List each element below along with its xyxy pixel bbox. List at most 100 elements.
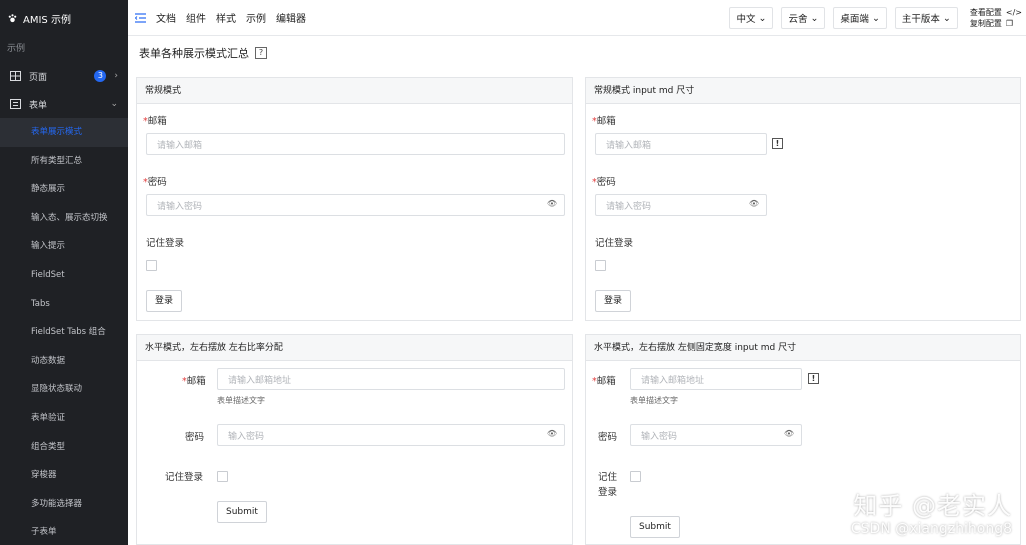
email-label: *邮箱 bbox=[143, 113, 167, 127]
panel-title: 水平模式，左右摆放 左侧固定宽度 input md 尺寸 bbox=[586, 335, 1020, 361]
password-label: 密码 bbox=[185, 432, 205, 443]
app-title: AMIS 示例 bbox=[23, 14, 71, 26]
remember-checkbox[interactable] bbox=[217, 471, 228, 482]
sidebar-subitem[interactable]: 组合类型 bbox=[0, 433, 128, 462]
dropdown-value: 主干版本 bbox=[901, 14, 940, 25]
remember-checkbox[interactable] bbox=[630, 471, 641, 482]
panel-title: 常规模式 bbox=[137, 78, 572, 104]
login-button[interactable]: 登录 bbox=[146, 290, 183, 312]
top-navbar: 文档 组件 样式 示例 编辑器 中文 ⌄ 云舍 ⌄ 桌面端 ⌄ 主干版本 ⌄ 查看配置 <… bbox=[128, 0, 1026, 36]
page-title: 表单各种展示模式汇总 ? bbox=[139, 45, 267, 61]
sidebar-section-label: 示例 bbox=[7, 44, 26, 54]
nav-link-editor[interactable]: 编辑器 bbox=[276, 10, 306, 25]
password-label-text: 密码 bbox=[596, 177, 616, 188]
watermark-line2: CSDN @xiangzhihong8 bbox=[850, 521, 1012, 537]
password-placeholder: 输入密码 bbox=[228, 431, 265, 442]
password-input[interactable]: 请输入密码 👁 bbox=[595, 194, 767, 216]
password-label: 密码 bbox=[598, 432, 618, 443]
remember-label: 记住登录 bbox=[595, 238, 634, 249]
sidebar-subitem[interactable]: 输入提示 bbox=[0, 232, 128, 261]
sidebar-subitem[interactable]: Tabs bbox=[0, 290, 128, 319]
sidebar-subitem[interactable]: 所有类型汇总 bbox=[0, 147, 128, 176]
theme-dropdown[interactable]: 云舍 ⌄ bbox=[781, 7, 826, 29]
sidebar-item-pages[interactable]: 页面 3 › bbox=[0, 62, 128, 90]
nav-link-styles[interactable]: 样式 bbox=[216, 10, 236, 25]
password-placeholder: 请输入密码 bbox=[157, 201, 203, 212]
remark-icon[interactable]: ! bbox=[772, 138, 783, 149]
sidebar-subitem[interactable]: 显隐状态联动 bbox=[0, 375, 128, 404]
sidebar-subitem-display-modes[interactable]: 表单展示模式 bbox=[0, 118, 128, 147]
sidebar-subitem[interactable]: 穿梭器 bbox=[0, 461, 128, 490]
copy-config-link[interactable]: 复制配置 ❐ bbox=[970, 18, 1022, 29]
sidebar-item-label: 表单 bbox=[29, 100, 48, 111]
menu-collapse-icon[interactable] bbox=[135, 12, 146, 23]
sidebar-subitem[interactable]: 动态数据 bbox=[0, 347, 128, 376]
eye-toggle-icon[interactable]: 👁 bbox=[547, 429, 557, 438]
email-label-text: 邮箱 bbox=[596, 116, 616, 127]
sidebar-subitem[interactable]: 表单验证 bbox=[0, 404, 128, 433]
sidebar-subitem[interactable]: FieldSet bbox=[0, 261, 128, 290]
sidebar-subitem[interactable]: 多功能选择器 bbox=[0, 490, 128, 519]
view-config-link[interactable]: 查看配置 </> bbox=[970, 7, 1022, 18]
submit-button[interactable]: Submit bbox=[630, 516, 680, 538]
email-label-text: 邮箱 bbox=[147, 116, 167, 127]
view-config-label: 查看配置 bbox=[969, 8, 1002, 17]
dropdown-value: 云舍 bbox=[788, 14, 808, 25]
remember-label-line1: 记住 bbox=[598, 472, 618, 483]
panel-horizontal: 水平模式，左右摆放 左右比率分配 *邮箱 请输入邮箱地址 表单描述文字 密码 输… bbox=[136, 334, 573, 545]
sidebar: AMIS 示例 示例 页面 3 › 表单 ⌄ 表单展示模式 所有类型汇总 静态展… bbox=[0, 0, 128, 545]
chevron-right-icon: › bbox=[114, 71, 118, 81]
remember-checkbox[interactable] bbox=[146, 260, 157, 271]
email-input[interactable]: 请输入邮箱 bbox=[146, 133, 565, 155]
panel-normal: 常规模式 *邮箱 请输入邮箱 *密码 请输入密码 👁 记住登录 登录 bbox=[136, 77, 573, 321]
email-description: 表单描述文字 bbox=[217, 396, 265, 405]
eye-toggle-icon[interactable]: 👁 bbox=[749, 199, 759, 208]
eye-toggle-icon[interactable]: 👁 bbox=[784, 429, 794, 438]
password-label-text: 密码 bbox=[147, 177, 167, 188]
nav-link-components[interactable]: 组件 bbox=[186, 10, 206, 25]
email-label: *邮箱 bbox=[592, 113, 616, 127]
language-dropdown[interactable]: 中文 ⌄ bbox=[729, 7, 774, 29]
login-button[interactable]: 登录 bbox=[595, 290, 632, 312]
help-icon[interactable]: ? bbox=[255, 47, 267, 59]
panel-title: 常规模式 input md 尺寸 bbox=[586, 78, 1020, 104]
sidebar-subitem[interactable]: 静态展示 bbox=[0, 175, 128, 204]
app-brand[interactable]: AMIS 示例 bbox=[0, 0, 128, 36]
paw-logo-icon bbox=[8, 13, 17, 22]
email-input[interactable]: 请输入邮箱地址 bbox=[217, 368, 565, 390]
config-links: 查看配置 </> 复制配置 ❐ bbox=[970, 7, 1022, 29]
password-label: *密码 bbox=[592, 174, 616, 188]
remember-checkbox[interactable] bbox=[595, 260, 606, 271]
password-input[interactable]: 输入密码 👁 bbox=[630, 424, 802, 446]
chevron-down-icon: ⌄ bbox=[758, 12, 767, 24]
email-input[interactable]: 请输入邮箱地址 bbox=[630, 368, 802, 390]
submit-button[interactable]: Submit bbox=[217, 501, 267, 523]
sidebar-subitem[interactable]: FieldSet Tabs 组合 bbox=[0, 318, 128, 347]
main-content: 表单各种展示模式汇总 ? 常规模式 *邮箱 请输入邮箱 *密码 请输入密码 👁 记… bbox=[128, 36, 1026, 545]
nav-link-examples[interactable]: 示例 bbox=[246, 10, 266, 25]
password-placeholder: 输入密码 bbox=[641, 431, 678, 442]
sidebar-subitem[interactable]: 子表单 bbox=[0, 518, 128, 545]
password-input[interactable]: 请输入密码 👁 bbox=[146, 194, 565, 216]
copy-config-label: 复制配置 bbox=[969, 19, 1002, 28]
password-placeholder: 请输入密码 bbox=[606, 201, 652, 212]
eye-toggle-icon[interactable]: 👁 bbox=[547, 199, 557, 208]
watermark: 知乎 @老实人 CSDN @xiangzhihong8 bbox=[851, 486, 1012, 537]
code-icon: </> bbox=[1005, 8, 1022, 17]
nav-link-docs[interactable]: 文档 bbox=[156, 10, 176, 25]
remark-icon[interactable]: ! bbox=[808, 373, 819, 384]
sidebar-item-form[interactable]: 表单 ⌄ bbox=[0, 90, 128, 118]
remember-label: 记住登录 bbox=[165, 472, 204, 483]
platform-dropdown[interactable]: 桌面端 ⌄ bbox=[833, 7, 887, 29]
sidebar-item-label: 页面 bbox=[29, 72, 48, 83]
version-dropdown[interactable]: 主干版本 ⌄ bbox=[894, 7, 958, 29]
dropdown-value: 中文 bbox=[736, 14, 756, 25]
sidebar-subitem[interactable]: 输入态、展示态切换 bbox=[0, 204, 128, 233]
email-input[interactable]: 请输入邮箱 bbox=[595, 133, 767, 155]
panel-normal-md: 常规模式 input md 尺寸 *邮箱 请输入邮箱 ! *密码 请输入密码 👁 … bbox=[585, 77, 1021, 321]
form-icon bbox=[10, 99, 21, 109]
email-label: *邮箱 bbox=[182, 373, 206, 387]
password-input[interactable]: 输入密码 👁 bbox=[217, 424, 565, 446]
chevron-down-icon: ⌄ bbox=[810, 12, 819, 24]
chevron-down-icon: ⌄ bbox=[871, 12, 880, 24]
